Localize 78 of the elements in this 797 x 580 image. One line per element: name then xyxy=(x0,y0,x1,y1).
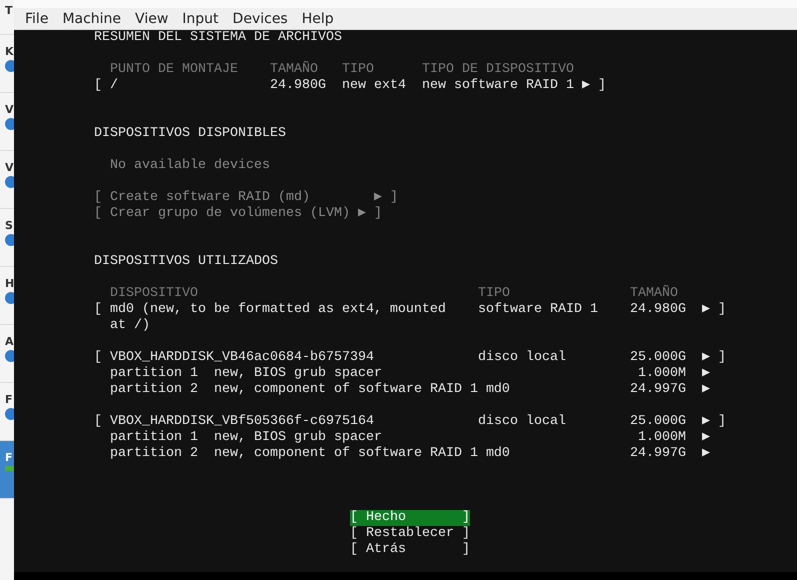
expand-arrow[interactable]: ▶ xyxy=(702,350,710,366)
bracket: ] xyxy=(390,190,398,206)
expand-arrow[interactable]: ▶ xyxy=(582,78,590,94)
menu-action: Create software RAID (md) xyxy=(110,190,311,206)
vm-state-icon xyxy=(5,234,14,246)
expand-arrow[interactable]: ▶ xyxy=(702,414,710,430)
section-title: RESUMEN DEL SISTEMA DE ARCHIVOS xyxy=(94,30,343,46)
bracket: ] xyxy=(718,414,726,430)
column-header: PUNTO DE MONTAJE xyxy=(110,62,239,78)
table-cell-text: / xyxy=(110,78,119,94)
section-title: DISPOSITIVOS DISPONIBLES xyxy=(94,126,287,142)
vm-state-icon xyxy=(5,118,14,130)
table-cell-text: new, BIOS grub spacer xyxy=(214,366,383,382)
vm-state-icon xyxy=(5,350,14,362)
bracket: [ xyxy=(94,350,102,366)
table-cell: new software RAID 1 xyxy=(422,78,574,94)
bracket: [ xyxy=(94,414,102,430)
table-cell-text: new ext4 xyxy=(342,78,407,94)
table-cell-text: new, component of software RAID 1 md0 xyxy=(214,446,511,462)
table-cell: 24.980G xyxy=(630,302,686,318)
bracket: ] xyxy=(598,78,606,94)
expand-arrow[interactable]: ▶ xyxy=(702,302,710,318)
bracket: ] xyxy=(718,302,726,318)
section-title: DISPOSITIVOS UTILIZADOS xyxy=(94,254,279,270)
expand-arrow[interactable]: ▶ xyxy=(702,446,710,462)
column-header: TIPO xyxy=(478,286,511,302)
column-header: TAMAÑO xyxy=(270,62,319,78)
bracket: [ xyxy=(94,302,102,318)
table-cell: 24.997G xyxy=(630,446,686,462)
expand-arrow: ▶ xyxy=(374,190,382,206)
menu-item[interactable]: Input xyxy=(175,10,226,26)
menu-item[interactable]: File xyxy=(18,10,56,26)
menu-item[interactable]: Help xyxy=(294,10,341,26)
bracket: ] xyxy=(718,350,726,366)
empty-message: No available devices xyxy=(110,158,271,174)
table-cell: 25.000G xyxy=(630,414,686,430)
table-cell-text: 1.000M xyxy=(637,430,686,446)
vm-state-icon xyxy=(5,292,14,304)
table-cell: 24.997G xyxy=(630,382,686,398)
bracket: [ xyxy=(94,78,102,94)
vm-state-icon xyxy=(5,60,14,72)
vm-list-item[interactable]: F xyxy=(0,441,14,499)
menu-item[interactable]: Machine xyxy=(55,10,128,26)
table-cell-text: 24.980G xyxy=(270,78,327,94)
table-cell-text: new, BIOS grub spacer xyxy=(214,430,383,446)
column-header: TAMAÑO xyxy=(630,286,679,302)
table-cell: 25.000G xyxy=(630,350,686,366)
bracket: ] xyxy=(374,206,382,222)
table-cell: partition 1 xyxy=(110,430,198,446)
table-cell-text: disco local xyxy=(478,414,567,430)
menu-item[interactable]: View xyxy=(128,10,176,26)
table-cell: partition 1 xyxy=(110,366,198,382)
column-header: TIPO DE DISPOSITIVO xyxy=(422,62,575,78)
device-name: md0 (new, to be formatted as ext4, mounted at /) xyxy=(110,302,447,334)
device-name: VBOX_HARDDISK_VB46ac0684-b6757394 xyxy=(110,350,375,366)
expand-arrow: ▶ xyxy=(358,206,366,222)
vm-state-icon xyxy=(5,176,14,188)
bracket: [ xyxy=(94,190,102,206)
table-cell-text: 1.000M xyxy=(637,366,686,382)
vm-state-icon xyxy=(5,466,14,471)
expand-arrow[interactable]: ▶ xyxy=(702,366,710,382)
table-cell: partition 2 xyxy=(110,382,198,398)
column-header: DISPOSITIVO xyxy=(110,286,199,302)
menu-item[interactable]: Devices xyxy=(226,10,295,26)
action-button[interactable]: [ Atrás ] xyxy=(350,542,470,558)
action-button[interactable]: [ Hecho ] xyxy=(350,510,470,526)
action-button[interactable]: [ Restablecer ] xyxy=(350,526,470,542)
table-cell-text: software RAID 1 xyxy=(478,302,599,318)
table-cell-text: new, component of software RAID 1 md0 xyxy=(214,382,511,398)
bracket: [ xyxy=(94,206,102,222)
table-cell: partition 2 xyxy=(110,446,198,462)
vm-state-icon xyxy=(5,408,14,420)
menu-action: Crear grupo de volúmenes (LVM) xyxy=(110,206,350,222)
expand-arrow[interactable]: ▶ xyxy=(702,430,710,446)
expand-arrow[interactable]: ▶ xyxy=(702,382,710,398)
table-cell-text: disco local xyxy=(478,350,567,366)
device-name: VBOX_HARDDISK_VBf505366f-c6975164 xyxy=(110,414,375,430)
column-header: TIPO xyxy=(342,62,375,78)
